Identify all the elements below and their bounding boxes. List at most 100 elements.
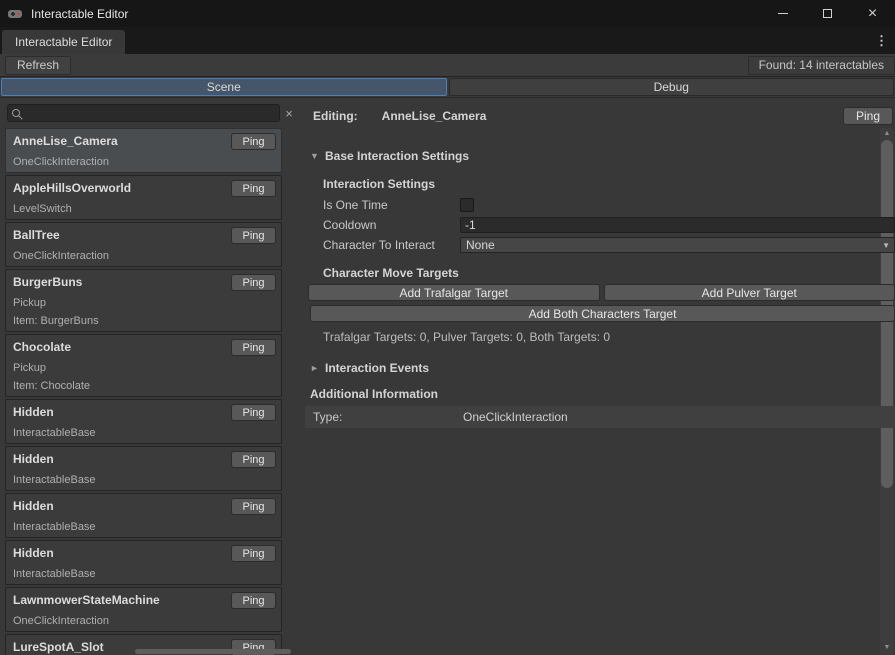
item-subtext-group: InteractableBase [13, 521, 276, 534]
item-ping-button[interactable]: Ping [231, 404, 276, 421]
item-subtext: LevelSwitch [13, 203, 276, 216]
item-subtext: Pickup [13, 362, 276, 375]
item-subtext-group: InteractableBase [13, 568, 276, 581]
item-subtext: Pickup [13, 297, 276, 310]
close-button[interactable]: × [850, 0, 895, 27]
window-title: Interactable Editor [31, 7, 128, 21]
item-subtext: InteractableBase [13, 568, 276, 581]
item-subtext-group: OneClickInteraction [13, 250, 276, 263]
item-ping-button[interactable]: Ping [231, 545, 276, 562]
item-subtext-group: Pickup Item: Chocolate [13, 362, 276, 393]
list-item[interactable]: Hidden Ping InteractableBase [5, 399, 282, 444]
item-subtext: InteractableBase [13, 521, 276, 534]
is-one-time-checkbox[interactable] [460, 198, 474, 212]
search-input[interactable] [24, 106, 275, 120]
item-ping-button[interactable]: Ping [231, 498, 276, 515]
tab-interactable-editor[interactable]: Interactable Editor [2, 30, 125, 54]
item-subtext: Item: Chocolate [13, 380, 276, 393]
type-label: Type: [313, 410, 463, 424]
character-to-interact-dropdown[interactable]: None ▼ [460, 237, 895, 253]
list-item[interactable]: Chocolate Ping PickupItem: Chocolate [5, 334, 282, 397]
interactable-list: AnneLise_Camera Ping OneClickInteraction… [0, 128, 283, 655]
item-subtext-group: LevelSwitch [13, 203, 276, 216]
item-ping-button[interactable]: Ping [231, 339, 276, 356]
found-count-label: Found: 14 interactables [748, 56, 895, 75]
editing-ping-button[interactable]: Ping [843, 107, 893, 125]
add-both-characters-target-button[interactable]: Add Both Characters Target [310, 305, 895, 322]
additional-information-header: Additional Information [310, 387, 895, 401]
base-interaction-settings-foldout[interactable]: ▼ Base Interaction Settings [310, 148, 895, 164]
foldout-collapsed-icon: ► [310, 363, 320, 373]
scene-list-panel: × AnneLise_Camera Ping OneClickInteracti… [0, 98, 300, 655]
editor-panel: Editing: AnneLise_Camera Ping ▼ Base Int… [305, 98, 895, 655]
horizontal-scrollbar-thumb[interactable] [135, 649, 291, 654]
editing-header-row: Editing: AnneLise_Camera Ping [313, 107, 893, 125]
is-one-time-label: Is One Time [323, 198, 460, 212]
tab-debug[interactable]: Debug [449, 78, 895, 96]
character-to-interact-label: Character To Interact [323, 238, 460, 252]
targets-summary: Trafalgar Targets: 0, Pulver Targets: 0,… [323, 330, 895, 344]
item-ping-button[interactable]: Ping [231, 274, 276, 291]
add-target-button-row: Add Trafalgar Target Add Pulver Target [308, 284, 895, 301]
item-ping-button[interactable]: Ping [231, 180, 276, 197]
interaction-settings-header: Interaction Settings [323, 177, 895, 191]
interaction-events-label: Interaction Events [325, 361, 429, 375]
item-subtext: InteractableBase [13, 427, 276, 440]
character-move-targets-header: Character Move Targets [323, 266, 895, 280]
search-field[interactable] [7, 104, 280, 122]
search-icon [12, 109, 20, 117]
item-ping-button[interactable]: Ping [231, 592, 276, 609]
base-interaction-settings-label: Base Interaction Settings [325, 149, 469, 163]
kebab-menu-icon[interactable]: ⋮ [875, 33, 895, 54]
interaction-events-foldout[interactable]: ► Interaction Events [310, 360, 895, 376]
app-icon [7, 6, 23, 22]
search-clear-button[interactable]: × [280, 106, 298, 121]
item-subtext: Item: BurgerBuns [13, 315, 276, 328]
add-pulver-target-button[interactable]: Add Pulver Target [604, 284, 895, 301]
view-tab-bar: Scene Debug [0, 77, 895, 98]
list-item[interactable]: Hidden Ping InteractableBase [5, 540, 282, 585]
list-item[interactable]: Hidden Ping InteractableBase [5, 493, 282, 538]
list-item[interactable]: BurgerBuns Ping PickupItem: BurgerBuns [5, 269, 282, 332]
cooldown-label: Cooldown [323, 218, 460, 232]
item-subtext-group: Pickup Item: BurgerBuns [13, 297, 276, 328]
close-icon: × [868, 6, 877, 22]
editing-label: Editing: [313, 109, 358, 123]
minimize-button[interactable] [760, 0, 805, 27]
add-trafalgar-target-button[interactable]: Add Trafalgar Target [308, 284, 600, 301]
horizontal-scrollbar[interactable] [5, 649, 280, 655]
item-ping-button[interactable]: Ping [231, 451, 276, 468]
list-item[interactable]: LawnmowerStateMachine Ping OneClickInter… [5, 587, 282, 632]
main-content: × AnneLise_Camera Ping OneClickInteracti… [0, 98, 895, 655]
editing-target-name: AnneLise_Camera [382, 109, 487, 123]
item-subtext-group: InteractableBase [13, 474, 276, 487]
item-subtext: OneClickInteraction [13, 615, 276, 628]
item-subtext: OneClickInteraction [13, 250, 276, 263]
item-ping-button[interactable]: Ping [231, 133, 276, 150]
maximize-button[interactable] [805, 0, 850, 27]
window-controls: × [760, 0, 895, 27]
minimize-icon [778, 13, 788, 14]
item-subtext-group: InteractableBase [13, 427, 276, 440]
dropdown-arrow-icon: ▼ [882, 241, 890, 251]
type-row: Type: OneClickInteraction [305, 406, 895, 428]
item-subtext-group: OneClickInteraction [13, 615, 276, 628]
toolbar: Refresh Found: 14 interactables [0, 54, 895, 77]
list-item[interactable]: BallTree Ping OneClickInteraction [5, 222, 282, 267]
tab-scene[interactable]: Scene [1, 78, 447, 96]
cooldown-field[interactable]: -1 [460, 217, 895, 233]
item-subtext-group: OneClickInteraction [13, 156, 276, 169]
item-subtext: InteractableBase [13, 474, 276, 487]
foldout-open-icon: ▼ [310, 151, 320, 161]
refresh-button[interactable]: Refresh [5, 56, 71, 75]
maximize-icon [823, 9, 832, 18]
cooldown-row: Cooldown -1 [323, 216, 895, 234]
editor-tab-bar: Interactable Editor ⋮ [0, 27, 895, 54]
list-item[interactable]: AppleHillsOverworld Ping LevelSwitch [5, 175, 282, 220]
is-one-time-row: Is One Time [323, 196, 895, 214]
item-ping-button[interactable]: Ping [231, 227, 276, 244]
type-value: OneClickInteraction [463, 410, 568, 424]
list-item[interactable]: AnneLise_Camera Ping OneClickInteraction [5, 128, 282, 173]
item-subtext: OneClickInteraction [13, 156, 276, 169]
list-item[interactable]: Hidden Ping InteractableBase [5, 446, 282, 491]
